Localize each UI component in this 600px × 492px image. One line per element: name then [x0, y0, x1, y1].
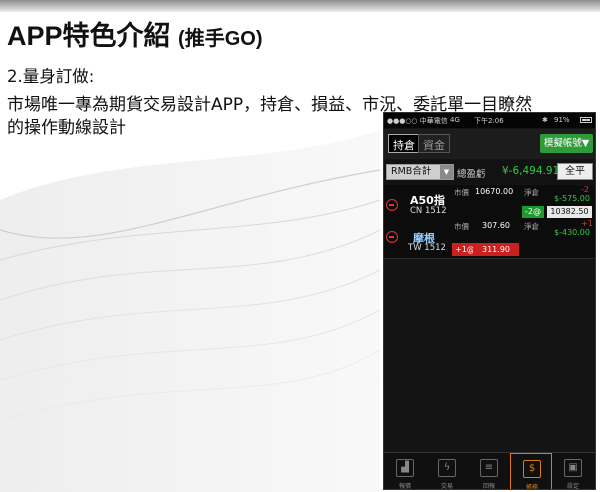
slide-desc-line-2: 的操作動線設計 — [7, 118, 126, 138]
chart-icon: ▟ — [396, 459, 414, 477]
carrier-label: ●●●○○ 中華電信 — [387, 117, 448, 125]
market-price-label: 市價 — [454, 222, 469, 231]
nav-quotes-label: 報價 — [398, 483, 411, 490]
net-position-qty: +1 — [581, 219, 593, 228]
close-position-icon[interactable] — [386, 231, 398, 243]
bottom-nav: ▟ 報價 ϟ 交易 ≡ 回報 $ 帳務 ▣ 設定 — [384, 452, 595, 490]
account-mode-button[interactable]: 模擬帳號▼ — [540, 134, 593, 153]
net-position-label: 淨倉 — [524, 188, 539, 197]
battery-icon — [580, 117, 592, 123]
close-all-button[interactable]: 全平 — [557, 163, 593, 180]
time-label: 下午2:06 — [474, 117, 504, 125]
nav-trade-label: 交易 — [440, 483, 453, 490]
battery-label: 91% — [554, 116, 570, 124]
dollar-icon: $ — [523, 460, 541, 478]
symbol-code: TW 1512 — [408, 243, 446, 253]
position-pl: $-575.00 — [554, 194, 590, 203]
nav-quotes[interactable]: ▟ 報價 — [384, 453, 426, 490]
currency-select-value: RMB合計 — [391, 166, 432, 177]
slide-title-sub: (推手GO) — [178, 28, 263, 50]
network-label: 4G — [450, 116, 460, 124]
symbol-code: CN 1512 — [410, 206, 447, 216]
order-qty[interactable]: -2@ — [522, 206, 544, 218]
bluetooth-icon: ✱ — [542, 116, 548, 124]
nav-reports[interactable]: ≡ 回報 — [468, 453, 510, 490]
nav-accounts-label: 帳務 — [525, 484, 538, 490]
chevron-down-icon: ▼ — [440, 165, 453, 179]
bolt-icon: ϟ — [438, 459, 456, 477]
currency-select[interactable]: RMB合計 ▼ — [386, 164, 454, 180]
nav-settings[interactable]: ▣ 設定 — [552, 453, 594, 490]
slide-title: APP特色介紹 (推手GO) — [7, 14, 262, 53]
slide-title-main: APP特色介紹 — [7, 21, 171, 51]
slide-point: 2.量身訂做: — [7, 67, 95, 86]
slide-top-bar — [0, 0, 600, 12]
tab-positions[interactable]: 持倉 — [388, 134, 420, 153]
close-position-icon[interactable] — [386, 199, 398, 211]
market-price-value: 10670.00 — [475, 187, 514, 196]
settings-icon: ▣ — [564, 459, 582, 477]
phone-screenshot: ●●●○○ 中華電信 4G 下午2:06 ✱ 91% 持倉 資金 模擬帳號▼ R… — [383, 112, 596, 490]
pl-summary: RMB合計 ▼ 總盈虧 ¥-6,494.91 全平 — [384, 160, 595, 184]
total-pl-label: 總盈虧 — [457, 169, 486, 180]
position-row[interactable]: 摩根 TW 1512 市價 307.60 淨倉 +1 $-430.00 +1@ … — [384, 219, 595, 259]
nav-accounts[interactable]: $ 帳務 — [510, 453, 552, 490]
nav-trade[interactable]: ϟ 交易 — [426, 453, 468, 490]
market-price-label: 市價 — [454, 188, 469, 197]
tab-funds[interactable]: 資金 — [418, 134, 450, 153]
report-icon: ≡ — [480, 459, 498, 477]
net-position-qty: -2 — [581, 185, 589, 194]
market-price-value: 307.60 — [482, 221, 510, 230]
nav-reports-label: 回報 — [482, 483, 495, 490]
position-pl: $-430.00 — [554, 228, 590, 237]
order-price[interactable]: 10382.50 — [547, 206, 592, 218]
nav-settings-label: 設定 — [566, 483, 579, 490]
tab-bar: 持倉 資金 模擬帳號▼ — [384, 129, 595, 159]
status-bar: ●●●○○ 中華電信 4G 下午2:06 ✱ 91% — [384, 113, 595, 128]
net-position-label: 淨倉 — [524, 222, 539, 231]
total-pl-value: ¥-6,494.91 — [502, 165, 560, 177]
order-price[interactable]: 311.90 — [473, 243, 519, 256]
